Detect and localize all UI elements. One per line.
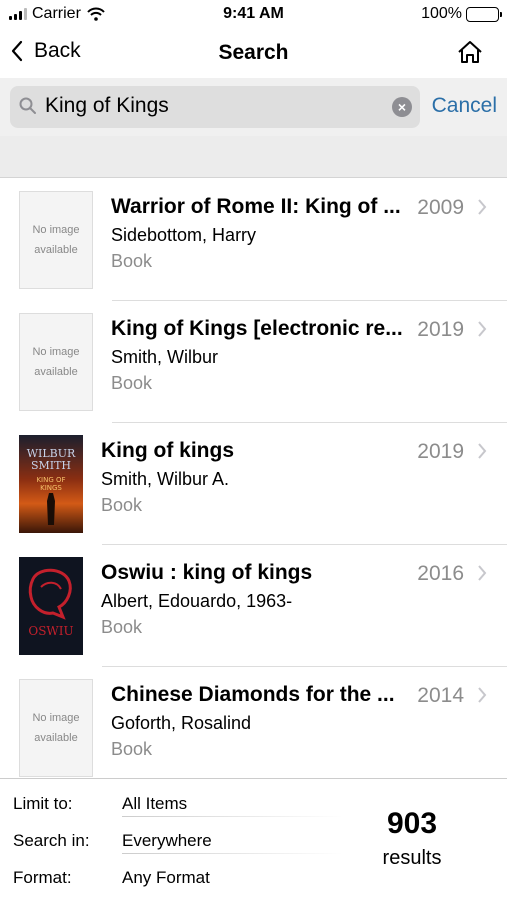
format-filter-row[interactable]: Format: Any Format — [13, 853, 343, 890]
cover-text: OSWIU — [28, 624, 73, 638]
no-image-placeholder: No image available — [19, 191, 93, 289]
chevron-right-icon — [478, 687, 487, 703]
result-row[interactable]: No image available Warrior of Rome II: K… — [0, 179, 507, 301]
result-format: Book — [111, 373, 153, 393]
result-row[interactable]: WILBUR SMITH KING OF KINGS King of kings… — [0, 423, 507, 545]
battery-icon — [466, 6, 502, 22]
limit-label: Limit to: — [13, 794, 73, 813]
result-year: 2009 — [417, 196, 464, 219]
chevron-right-icon — [478, 443, 487, 459]
navigation-bar: Back Search — [0, 30, 507, 76]
search-query[interactable]: King of Kings — [45, 94, 169, 118]
result-title: Oswiu : king of kings — [101, 561, 313, 584]
limit-value[interactable]: All Items — [122, 794, 187, 814]
result-row[interactable]: OSWIU Oswiu : king of kings Albert, Edou… — [0, 545, 507, 667]
result-title: Chinese Diamonds for the ... — [111, 683, 395, 706]
no-image-placeholder: No image available — [19, 679, 93, 777]
no-image-text: No image — [32, 224, 80, 236]
result-year: 2019 — [417, 318, 464, 341]
result-title: King of kings — [101, 439, 234, 462]
cover-text: KINGS — [40, 484, 62, 492]
clear-search-icon[interactable]: × — [392, 97, 412, 117]
format-value[interactable]: Any Format — [122, 868, 210, 888]
book-cover-image: OSWIU — [19, 557, 83, 655]
result-year: 2016 — [417, 562, 464, 585]
no-image-placeholder: No image available — [19, 313, 93, 411]
format-label: Format: — [13, 868, 72, 887]
section-header — [0, 136, 507, 178]
result-format: Book — [111, 739, 153, 759]
cover-text: KING OF — [36, 476, 65, 484]
book-cover-image: WILBUR SMITH KING OF KINGS — [19, 435, 83, 533]
status-bar: Carrier 9:41 AM 100% — [0, 0, 507, 30]
chevron-right-icon — [478, 565, 487, 581]
result-author: Sidebottom, Harry — [111, 225, 257, 245]
cancel-button[interactable]: Cancel — [432, 94, 497, 118]
result-row[interactable]: No image available King of Kings [electr… — [0, 301, 507, 423]
search-in-filter-row[interactable]: Search in: Everywhere — [13, 816, 343, 854]
result-author: Albert, Edouardo, 1963- — [101, 591, 293, 611]
result-year: 2014 — [417, 684, 464, 707]
result-author: Goforth, Rosalind — [111, 713, 252, 733]
search-in-value[interactable]: Everywhere — [122, 831, 212, 851]
cover-text: SMITH — [31, 459, 71, 472]
result-count-label: results — [382, 847, 442, 869]
result-count: 903 results — [357, 807, 467, 870]
result-title: King of Kings [electronic re... — [111, 317, 403, 340]
no-image-text: available — [34, 366, 78, 378]
result-title: Warrior of Rome II: King of ... — [111, 195, 401, 218]
no-image-text: No image — [32, 712, 80, 724]
result-format: Book — [111, 251, 153, 271]
no-image-text: available — [34, 732, 78, 744]
search-icon — [19, 97, 36, 114]
filter-panel: Limit to: All Items Search in: Everywher… — [0, 778, 507, 900]
result-format: Book — [101, 617, 143, 637]
home-icon[interactable] — [457, 40, 483, 64]
result-format: Book — [101, 495, 143, 515]
search-bar: King of Kings × Cancel — [0, 78, 507, 136]
result-count-number: 903 — [386, 807, 438, 840]
result-author: Smith, Wilbur A. — [101, 469, 230, 489]
results-list: No image available Warrior of Rome II: K… — [0, 179, 507, 777]
result-row[interactable]: No image available Chinese Diamonds for … — [0, 667, 507, 777]
result-year: 2019 — [417, 440, 464, 463]
search-in-label: Search in: — [13, 831, 90, 850]
battery-info: 100% — [421, 5, 502, 23]
page-title: Search — [218, 41, 289, 64]
result-author: Smith, Wilbur — [111, 347, 219, 367]
no-image-text: No image — [32, 346, 80, 358]
chevron-right-icon — [478, 199, 487, 215]
no-image-text: available — [34, 244, 78, 256]
chevron-right-icon — [478, 321, 487, 337]
search-input[interactable]: King of Kings × — [10, 86, 420, 128]
battery-percent: 100% — [421, 5, 462, 22]
limit-filter-row[interactable]: Limit to: All Items — [13, 779, 343, 817]
